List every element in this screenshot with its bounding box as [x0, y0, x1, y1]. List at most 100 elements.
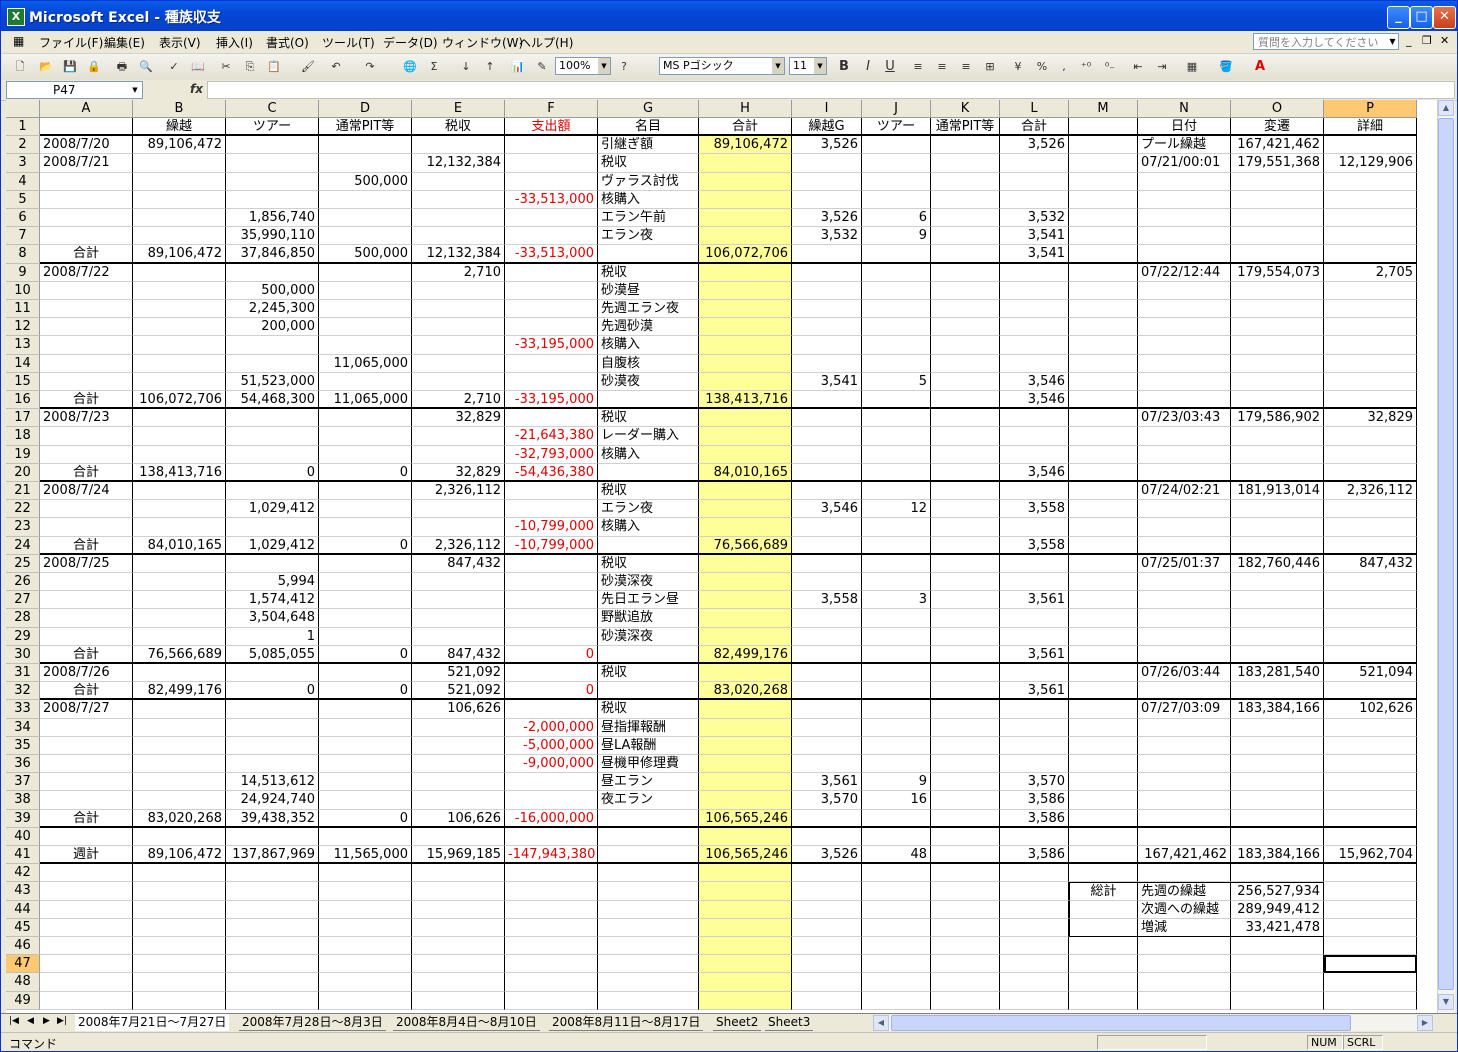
cell-D8[interactable]: 500,000 [319, 245, 412, 264]
cell-B6[interactable] [133, 209, 226, 228]
cell-O20[interactable] [1231, 463, 1324, 482]
cell-F7[interactable] [505, 227, 598, 246]
cell-C19[interactable] [226, 445, 319, 464]
cell-O44[interactable]: 289,949,412 [1231, 900, 1324, 919]
vertical-scrollbar[interactable]: ▲ ▼ [1437, 100, 1455, 1013]
cell-L5[interactable] [1000, 190, 1069, 209]
format-painter-icon[interactable]: 🖌 [299, 58, 317, 76]
cell-E27[interactable] [412, 591, 505, 610]
cell-M22[interactable] [1069, 500, 1138, 519]
cell-M31[interactable] [1069, 664, 1138, 683]
cell-D14[interactable]: 11,065,000 [319, 354, 412, 373]
cell-G16[interactable] [598, 391, 699, 410]
cell-P13[interactable] [1324, 336, 1417, 355]
cell-J23[interactable] [862, 518, 931, 537]
cell-H26[interactable] [699, 573, 792, 592]
cell-A31[interactable]: 2008/7/26 [40, 664, 133, 683]
cell-H47[interactable] [699, 955, 792, 974]
cell-A18[interactable] [40, 427, 133, 446]
cell-B18[interactable] [133, 427, 226, 446]
row-header-27[interactable]: 27 [6, 591, 40, 610]
cell-O21[interactable]: 181,913,014 [1231, 482, 1324, 501]
cell-M3[interactable] [1069, 154, 1138, 173]
increase-indent-icon[interactable]: ⇥ [1153, 58, 1171, 76]
cell-K29[interactable] [931, 627, 1000, 646]
cell-M14[interactable] [1069, 354, 1138, 373]
cell-P11[interactable] [1324, 300, 1417, 319]
workbook-icon[interactable]: ▦ [13, 34, 24, 48]
cell-D15[interactable] [319, 372, 412, 391]
cell-E22[interactable] [412, 500, 505, 519]
cell-L29[interactable] [1000, 627, 1069, 646]
cell-B45[interactable] [133, 918, 226, 937]
cell-B40[interactable] [133, 827, 226, 846]
cell-B29[interactable] [133, 627, 226, 646]
align-left-icon[interactable]: ≡ [909, 58, 927, 76]
cell-C13[interactable] [226, 336, 319, 355]
cell-M39[interactable] [1069, 809, 1138, 828]
cell-F20[interactable]: -54,436,380 [505, 463, 598, 482]
cell-F22[interactable] [505, 500, 598, 519]
cell-E33[interactable]: 106,626 [412, 700, 505, 719]
cell-C49[interactable] [226, 991, 319, 1010]
cell-F40[interactable] [505, 827, 598, 846]
cell-N9[interactable]: 07/22/12:44 [1138, 263, 1231, 282]
cell-N39[interactable] [1138, 809, 1231, 828]
cell-L34[interactable] [1000, 718, 1069, 737]
cell-P38[interactable] [1324, 791, 1417, 810]
cell-D24[interactable]: 0 [319, 536, 412, 555]
cell-J15[interactable]: 5 [862, 372, 931, 391]
cell-K19[interactable] [931, 445, 1000, 464]
cell-I9[interactable] [792, 263, 862, 282]
cell-B19[interactable] [133, 445, 226, 464]
select-all-corner[interactable] [6, 100, 40, 118]
cell-J4[interactable] [862, 172, 931, 191]
cell-M11[interactable] [1069, 300, 1138, 319]
cell-B41[interactable]: 89,106,472 [133, 846, 226, 865]
cell-O22[interactable] [1231, 500, 1324, 519]
cell-K26[interactable] [931, 573, 1000, 592]
cell-L11[interactable] [1000, 300, 1069, 319]
cell-N13[interactable] [1138, 336, 1231, 355]
cell-G18[interactable]: レーダー購入 [598, 427, 699, 446]
cell-D48[interactable] [319, 973, 412, 992]
cell-C16[interactable]: 54,468,300 [226, 391, 319, 410]
cell-B28[interactable] [133, 609, 226, 628]
cell-C37[interactable]: 14,513,612 [226, 773, 319, 792]
cell-L4[interactable] [1000, 172, 1069, 191]
cell-I13[interactable] [792, 336, 862, 355]
cell-J32[interactable] [862, 682, 931, 701]
cell-N5[interactable] [1138, 190, 1231, 209]
cell-P39[interactable] [1324, 809, 1417, 828]
cell-N38[interactable] [1138, 791, 1231, 810]
research-icon[interactable]: 📖 [189, 58, 207, 76]
cell-M27[interactable] [1069, 591, 1138, 610]
cell-F28[interactable] [505, 609, 598, 628]
cell-A25[interactable]: 2008/7/25 [40, 554, 133, 573]
cell-N17[interactable]: 07/23/03:43 [1138, 409, 1231, 428]
font-dropdown-icon[interactable]: ▼ [772, 58, 784, 74]
hyperlink-icon[interactable]: 🌐 [401, 58, 419, 76]
row-header-16[interactable]: 16 [6, 391, 40, 410]
cell-N47[interactable] [1138, 955, 1231, 974]
cell-C7[interactable]: 35,990,110 [226, 227, 319, 246]
cell-I5[interactable] [792, 190, 862, 209]
sheet-tab-0[interactable]: 2008年7月21日～7月27日 [75, 1014, 230, 1031]
cell-E31[interactable]: 521,092 [412, 664, 505, 683]
cell-J34[interactable] [862, 718, 931, 737]
cell-C27[interactable]: 1,574,412 [226, 591, 319, 610]
cell-J31[interactable] [862, 664, 931, 683]
column-header-E[interactable]: E [412, 100, 505, 118]
cell-C5[interactable] [226, 190, 319, 209]
cell-I6[interactable]: 3,526 [792, 209, 862, 228]
cell-F39[interactable]: -16,000,000 [505, 809, 598, 828]
cell-G39[interactable] [598, 809, 699, 828]
cell-P6[interactable] [1324, 209, 1417, 228]
cell-M48[interactable] [1069, 973, 1138, 992]
cell-I26[interactable] [792, 573, 862, 592]
column-header-P[interactable]: P [1324, 100, 1417, 118]
cell-H24[interactable]: 76,566,689 [699, 536, 792, 555]
cell-C48[interactable] [226, 973, 319, 992]
cell-N20[interactable] [1138, 463, 1231, 482]
cell-K31[interactable] [931, 664, 1000, 683]
